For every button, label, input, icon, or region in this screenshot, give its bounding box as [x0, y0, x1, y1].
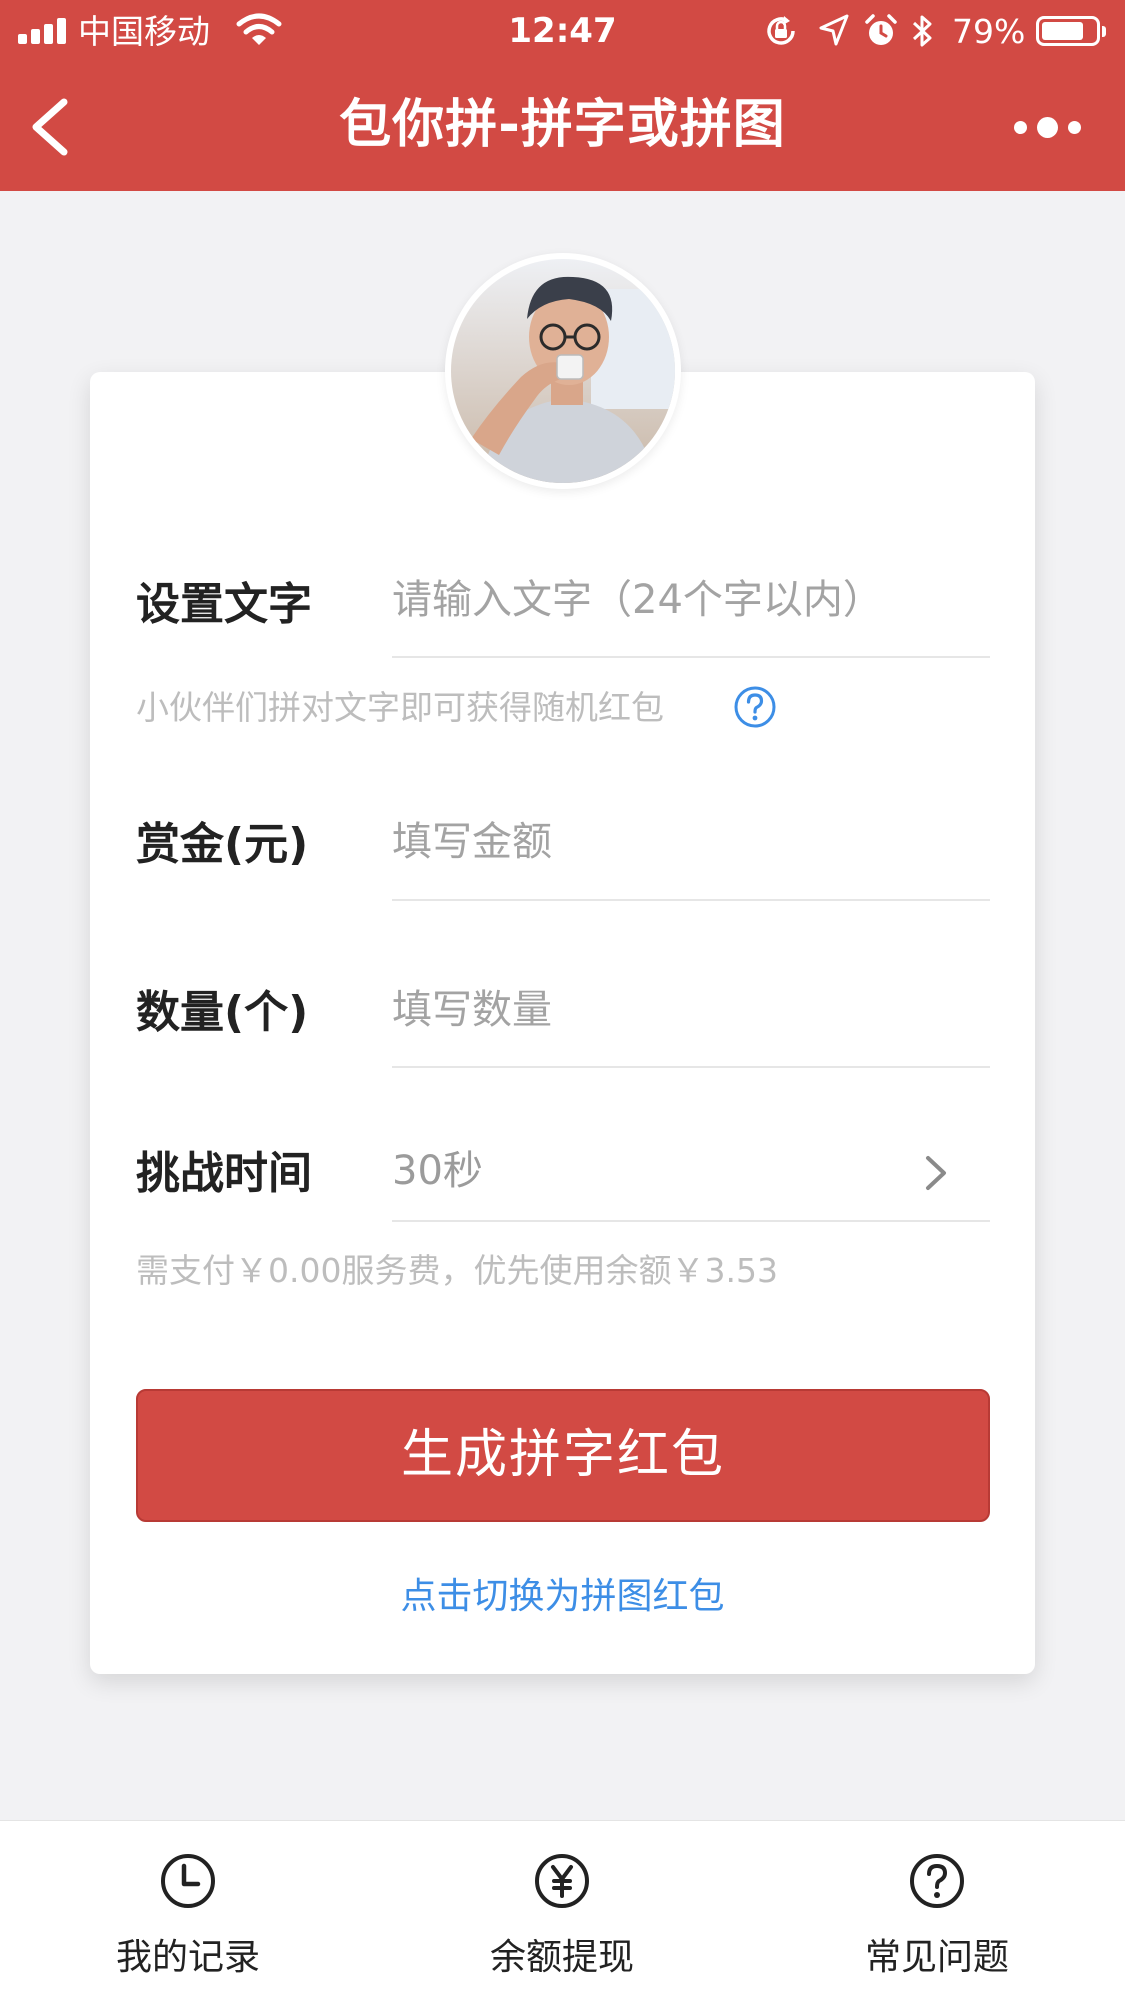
- tab-balance-withdraw[interactable]: 余额提现: [432, 1821, 692, 2001]
- time-select-underline: [392, 1220, 990, 1222]
- tab-label: 我的记录: [115, 1937, 260, 1978]
- app-screen: 中国移动 12:47 79% 包你拼-拼字或拼图 设置文字 请输入文字（24个字…: [0, 0, 1125, 2001]
- rotation-lock-icon: [767, 16, 795, 45]
- battery-icon: [1036, 16, 1106, 46]
- switch-to-puzzle-link[interactable]: 点击切换为拼图红包: [0, 1573, 1125, 1621]
- clock-icon: [161, 1854, 215, 1908]
- tab-faq[interactable]: 常见问题: [807, 1821, 1067, 2001]
- header: 中国移动 12:47 79% 包你拼-拼字或拼图: [0, 0, 1125, 191]
- time-select[interactable]: 30秒: [392, 1143, 952, 1199]
- bluetooth-icon: [912, 15, 932, 47]
- avatar-photo: [451, 259, 675, 483]
- count-input-underline: [392, 1066, 990, 1068]
- text-input-underline: [392, 656, 990, 658]
- avatar: [445, 253, 681, 489]
- more-button[interactable]: [1010, 107, 1090, 147]
- alarm-icon: [865, 14, 897, 45]
- count-input[interactable]: [392, 982, 990, 1038]
- text-label: 设置文字: [136, 579, 312, 630]
- more-dots-icon: [1014, 121, 1027, 134]
- time-label: 挑战时间: [136, 1148, 312, 1199]
- page-title: 包你拼-拼字或拼图: [339, 95, 786, 155]
- yuan-icon: [535, 1854, 589, 1908]
- battery-percent: 79%: [952, 12, 1026, 51]
- bottom-tab-bar: 我的记录 余额提现 常见问题: [0, 1820, 1125, 2001]
- reward-label: 赏金(元): [136, 819, 309, 870]
- generate-red-packet-button[interactable]: 生成拼字红包: [136, 1389, 990, 1522]
- tab-label: 常见问题: [864, 1937, 1009, 1978]
- fee-hint: 需支付￥0.00服务费，优先使用余额￥3.53: [136, 1251, 778, 1290]
- text-hint: 小伙伴们拼对文字即可获得随机红包: [136, 688, 664, 727]
- tab-my-records[interactable]: 我的记录: [58, 1821, 318, 2001]
- tab-label: 余额提现: [489, 1937, 634, 1978]
- status-bar: 中国移动 12:47 79%: [0, 0, 1125, 62]
- nav-bar: 包你拼-拼字或拼图: [0, 62, 1125, 191]
- help-circle-icon[interactable]: [733, 685, 777, 729]
- chevron-right-icon[interactable]: [920, 1150, 952, 1196]
- count-label: 数量(个): [136, 987, 309, 1038]
- reward-input[interactable]: [392, 814, 990, 870]
- location-arrow-icon: [819, 14, 849, 46]
- question-icon: [910, 1854, 964, 1908]
- reward-input-underline: [392, 899, 990, 901]
- text-input[interactable]: [392, 572, 990, 628]
